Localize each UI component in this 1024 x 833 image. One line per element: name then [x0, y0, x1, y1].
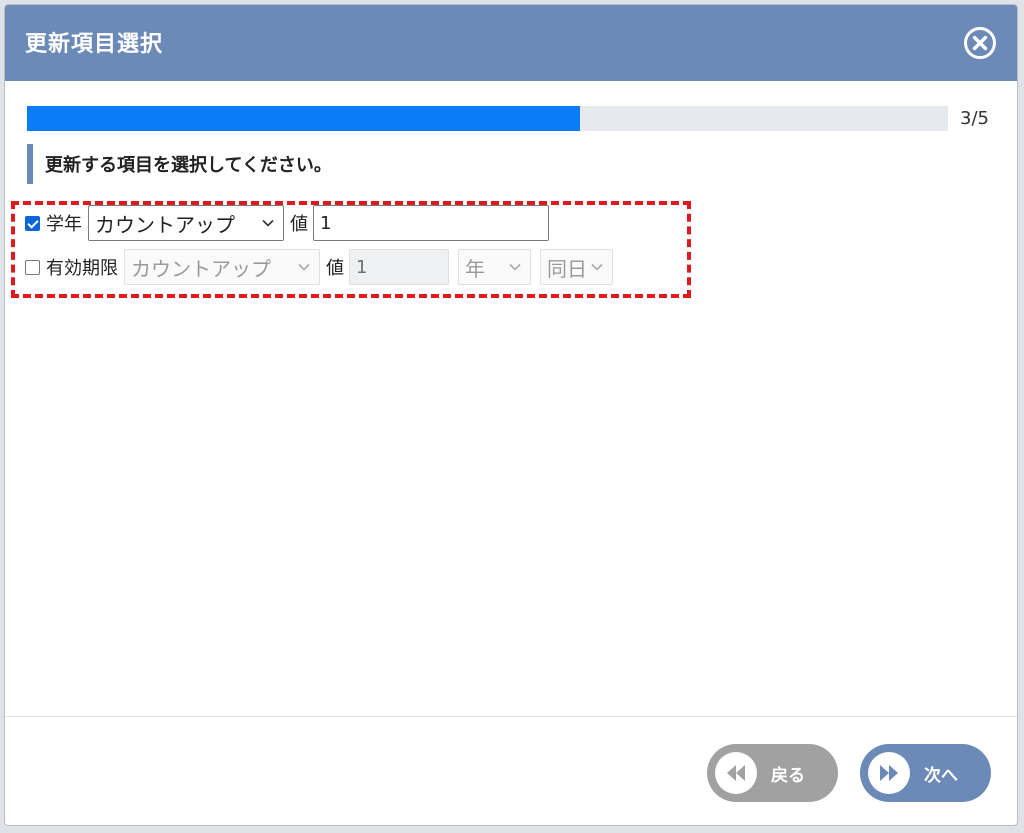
- grade-value-label: 値: [290, 214, 308, 235]
- close-circle-icon: [964, 27, 996, 59]
- expiry-value-input: 1: [349, 249, 449, 285]
- expiry-mode-select: カウントアップ: [124, 249, 320, 285]
- progress-step-text: 3/5: [960, 108, 989, 129]
- back-button[interactable]: 戻る: [707, 744, 838, 802]
- expiry-checkbox[interactable]: [25, 259, 40, 275]
- field-row-grade: 学年 カウントアップ 値 1: [25, 204, 549, 242]
- field-row-expiry: 有効期限 カウントアップ 値 1 年 同日: [25, 248, 613, 286]
- expiry-mode-value: カウントアップ: [131, 256, 271, 281]
- expiry-day-value: 同日: [547, 256, 587, 281]
- grade-checkbox[interactable]: [25, 215, 40, 231]
- chevron-down-icon: [298, 263, 310, 271]
- back-button-label: 戻る: [771, 765, 805, 786]
- expiry-value-text: 1: [356, 256, 368, 278]
- footer-divider: [5, 716, 1017, 717]
- instruction-text: 更新する項目を選択してください。: [27, 144, 332, 184]
- close-button[interactable]: [963, 26, 997, 60]
- grade-value-input[interactable]: 1: [313, 205, 549, 241]
- dialog-header: 更新項目選択: [5, 5, 1017, 81]
- update-item-dialog: 更新項目選択 3/5 更新する項目を選択してください。 学年 カウントアップ 値…: [4, 4, 1018, 826]
- next-button-label: 次へ: [924, 765, 958, 786]
- rewind-icon: [727, 765, 745, 781]
- progress-bar: [27, 106, 948, 131]
- chevron-down-icon: [262, 219, 274, 227]
- grade-mode-select[interactable]: カウントアップ: [88, 205, 284, 241]
- dialog-title: 更新項目選択: [25, 32, 164, 57]
- expiry-unit-value: 年: [465, 256, 485, 281]
- back-button-icon-circle: [715, 752, 757, 794]
- progress-fill: [27, 106, 580, 131]
- next-button-icon-circle: [868, 752, 910, 794]
- grade-mode-value: カウントアップ: [95, 212, 235, 237]
- grade-value-text: 1: [320, 212, 332, 234]
- fast-forward-icon: [880, 765, 898, 781]
- expiry-unit-select: 年: [458, 249, 531, 285]
- grade-label: 学年: [46, 214, 82, 235]
- expiry-day-select: 同日: [540, 249, 613, 285]
- next-button[interactable]: 次へ: [860, 744, 991, 802]
- expiry-value-label: 値: [326, 258, 344, 279]
- chevron-down-icon: [509, 263, 521, 271]
- chevron-down-icon: [591, 263, 603, 271]
- expiry-label: 有効期限: [46, 258, 118, 279]
